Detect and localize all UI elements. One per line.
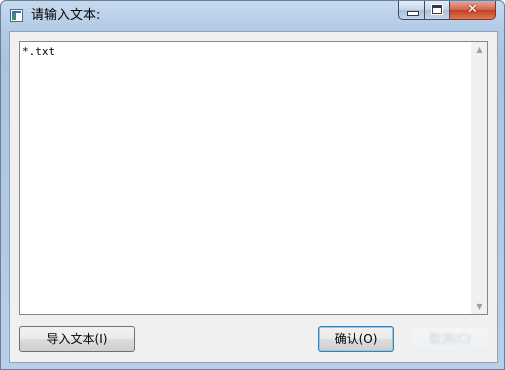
- app-window-icon[interactable]: [10, 9, 23, 22]
- caption-buttons: ✕: [398, 1, 498, 21]
- scroll-up-arrow-icon[interactable]: ▲: [472, 42, 487, 57]
- text-input-content[interactable]: *.txt: [22, 45, 470, 311]
- close-icon: ✕: [467, 2, 478, 17]
- dialog-window: 请输入文本: ✕ *.txt ▲ ▼ 导入文本(I) 确认(O) 取消(C): [0, 0, 505, 370]
- minimize-button[interactable]: [398, 1, 425, 20]
- scroll-down-arrow-icon[interactable]: ▼: [472, 299, 487, 314]
- import-text-button[interactable]: 导入文本(I): [19, 326, 135, 352]
- confirm-button[interactable]: 确认(O): [318, 326, 394, 352]
- dialog-client-area: *.txt ▲ ▼ 导入文本(I) 确认(O) 取消(C): [9, 31, 498, 363]
- window-title: 请输入文本:: [31, 8, 101, 23]
- title-bar[interactable]: 请输入文本: ✕: [1, 1, 504, 31]
- maximize-button[interactable]: [424, 1, 450, 20]
- maximize-icon: [432, 5, 442, 14]
- close-button[interactable]: ✕: [449, 1, 496, 20]
- cancel-button[interactable]: 取消(C): [410, 326, 490, 352]
- minimize-icon: [407, 11, 419, 16]
- vertical-scrollbar[interactable]: ▲ ▼: [471, 42, 487, 314]
- text-input-area[interactable]: *.txt ▲ ▼: [19, 41, 488, 315]
